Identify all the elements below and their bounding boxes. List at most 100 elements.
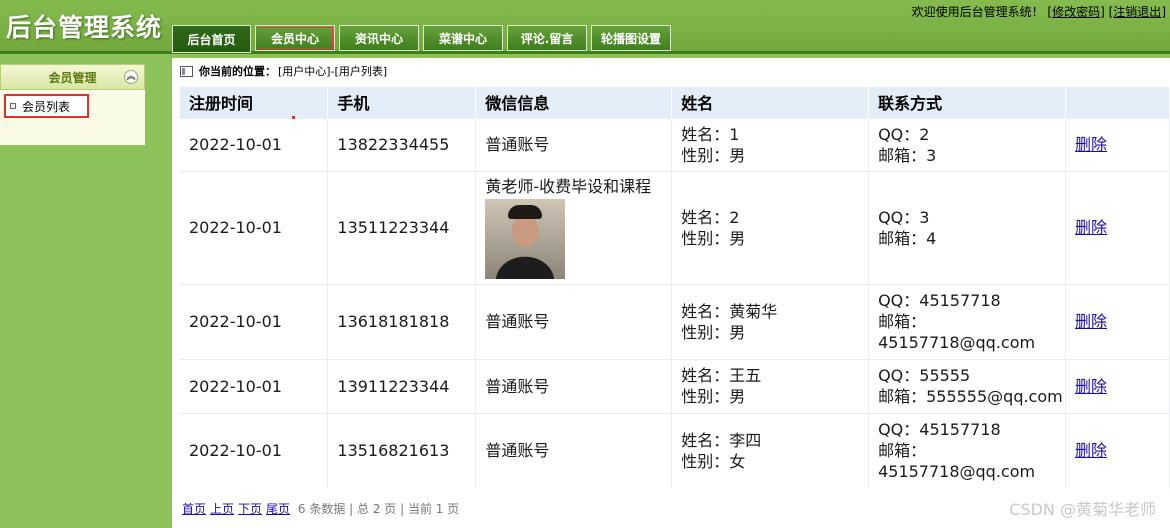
gender-line: 性别：男 bbox=[681, 322, 746, 342]
col-header-contact: 联系方式 bbox=[868, 87, 1067, 118]
name-line: 姓名：1 bbox=[681, 124, 740, 144]
gender-line: 性别：男 bbox=[681, 387, 746, 406]
top-nav: 后台首页 会员中心 资讯中心 菜谱中心 评论.留言 轮播图设置 bbox=[172, 25, 675, 53]
qq-line: QQ：2 bbox=[878, 124, 930, 144]
table-header-row: 注册时间 手机 微信信息 姓名 联系方式 bbox=[180, 87, 1170, 118]
nav-carousel-settings[interactable]: 轮播图设置 bbox=[591, 25, 671, 51]
nav-member-center[interactable]: 会员中心 bbox=[255, 25, 335, 51]
col-header-action bbox=[1065, 87, 1170, 118]
email-line: 邮箱：555555@qq.com bbox=[878, 387, 1063, 406]
qq-line: QQ：55555 bbox=[878, 366, 971, 385]
name-line: 姓名：王五 bbox=[681, 366, 762, 385]
sidebar: 会员管理 ︽ 会员列表 bbox=[0, 64, 145, 145]
email-line: 邮箱： bbox=[878, 441, 927, 461]
window-icon bbox=[180, 65, 193, 77]
qq-line: QQ：45157718 bbox=[878, 420, 1001, 440]
cell-date: 2022-10-01 bbox=[180, 358, 329, 413]
cell-contact: QQ：45157718 邮箱： 45157718@qq.com bbox=[868, 412, 1067, 488]
gender-line: 性别：女 bbox=[681, 451, 746, 471]
cell-action: 删除 bbox=[1065, 358, 1170, 413]
gender-line: 性别：男 bbox=[681, 228, 746, 248]
delete-link[interactable]: 删除 bbox=[1075, 135, 1107, 154]
nav-home[interactable]: 后台首页 bbox=[172, 25, 251, 53]
nav-recipe-center[interactable]: 菜谱中心 bbox=[423, 25, 503, 51]
email-line-continued: 45157718@qq.com bbox=[878, 333, 1036, 352]
sidebar-item-member-list[interactable]: 会员列表 bbox=[4, 94, 89, 118]
nav-news-center[interactable]: 资讯中心 bbox=[339, 25, 419, 51]
cell-wechat: 普通账号 bbox=[475, 412, 673, 488]
delete-link[interactable]: 删除 bbox=[1075, 441, 1107, 460]
member-table: 注册时间 手机 微信信息 姓名 联系方式 2022-10-01 13822334… bbox=[180, 87, 1170, 488]
cell-phone: 13511223344 bbox=[327, 170, 477, 284]
qq-line: QQ：3 bbox=[878, 207, 930, 227]
table-row: 2022-10-01 13516821613 普通账号 姓名：李四 性别：女 QQ… bbox=[180, 412, 1170, 488]
cell-phone: 13516821613 bbox=[327, 412, 477, 488]
logout-link[interactable]: 注销退出 bbox=[1113, 5, 1161, 19]
name-line: 姓名：2 bbox=[681, 207, 740, 227]
col-header-phone: 手机 bbox=[327, 87, 477, 118]
cell-date: 2022-10-01 bbox=[180, 117, 329, 171]
breadcrumb-path: [用户中心]-[用户列表] bbox=[278, 65, 388, 78]
nav-comments[interactable]: 评论.留言 bbox=[507, 25, 587, 51]
breadcrumb: 你当前的位置： [用户中心]-[用户列表] bbox=[180, 63, 387, 79]
table-row: 2022-10-01 13822334455 普通账号 姓名：1 性别：男 QQ：… bbox=[180, 117, 1170, 171]
wechat-nickname: 黄老师-收费毕设和课程 bbox=[485, 177, 652, 196]
pagination: 首页 上页 下页 尾页 6 条数据 | 总 2 页 | 当前 1 页 bbox=[182, 500, 459, 517]
sidebar-item-label: 会员列表 bbox=[22, 99, 71, 114]
email-line: 邮箱：4 bbox=[878, 228, 937, 248]
email-line: 邮箱： bbox=[878, 312, 927, 331]
cell-name: 姓名：2 性别：男 bbox=[671, 170, 870, 284]
col-header-name: 姓名 bbox=[671, 87, 870, 118]
cell-wechat: 普通账号 bbox=[475, 358, 673, 413]
cell-action: 删除 bbox=[1065, 283, 1170, 359]
cell-name: 姓名：1 性别：男 bbox=[671, 117, 870, 171]
cell-contact: QQ：55555 邮箱：555555@qq.com bbox=[868, 358, 1067, 413]
change-password-link[interactable]: 修改密码 bbox=[1052, 5, 1100, 19]
pager-next-link[interactable]: 下页 bbox=[238, 502, 262, 516]
pager-first-link[interactable]: 首页 bbox=[182, 502, 206, 516]
cell-name: 姓名：李四 性别：女 bbox=[671, 412, 870, 488]
watermark: CSDN @黄菊华老师 bbox=[1009, 500, 1156, 519]
bullet-icon bbox=[10, 103, 16, 109]
cell-name: 姓名：王五性别：男 bbox=[671, 358, 870, 413]
name-line: 姓名：李四 bbox=[681, 430, 762, 450]
cell-date: 2022-10-01 bbox=[180, 283, 329, 359]
cell-phone: 13911223344 bbox=[327, 358, 477, 413]
main-content: 你当前的位置： [用户中心]-[用户列表] 注册时间 手机 微信信息 姓名 联系… bbox=[172, 58, 1170, 528]
cell-wechat: 普通账号 bbox=[475, 283, 673, 359]
cell-contact: QQ：45157718 邮箱： 45157718@qq.com bbox=[868, 283, 1067, 359]
cell-action: 删除 bbox=[1065, 170, 1170, 284]
cell-date: 2022-10-01 bbox=[180, 170, 329, 284]
col-header-wechat: 微信信息 bbox=[475, 87, 673, 118]
cell-action: 删除 bbox=[1065, 117, 1170, 171]
table-row: 2022-10-01 13911223344 普通账号 姓名：王五性别：男 QQ… bbox=[180, 358, 1170, 413]
cell-date: 2022-10-01 bbox=[180, 412, 329, 488]
cell-name: 姓名：黄菊华 性别：男 bbox=[671, 283, 870, 359]
delete-link[interactable]: 删除 bbox=[1075, 312, 1107, 331]
cell-action: 删除 bbox=[1065, 412, 1170, 488]
header: 后台管理系统 欢迎使用后台管理系统！ [修改密码] [注销退出] 后台首页 会员… bbox=[0, 0, 1170, 54]
cell-contact: QQ：3 邮箱：4 bbox=[868, 170, 1067, 284]
email-line: 邮箱：3 bbox=[878, 145, 937, 165]
welcome-text: 欢迎使用后台管理系统！ bbox=[911, 5, 1044, 19]
cell-wechat: 普通账号 bbox=[475, 117, 673, 171]
cell-phone: 13618181818 bbox=[327, 283, 477, 359]
top-links: 欢迎使用后台管理系统！ [修改密码] [注销退出] bbox=[911, 5, 1166, 19]
red-marker bbox=[292, 116, 295, 119]
pager-summary: 6 条数据 | 总 2 页 | 当前 1 页 bbox=[297, 502, 460, 516]
cell-phone: 13822334455 bbox=[327, 117, 477, 171]
delete-link[interactable]: 删除 bbox=[1075, 218, 1107, 237]
delete-link[interactable]: 删除 bbox=[1075, 377, 1107, 396]
collapse-icon[interactable]: ︽ bbox=[124, 70, 138, 84]
sidebar-body: 会员列表 bbox=[0, 90, 145, 145]
qq-line: QQ：45157718 bbox=[878, 291, 1001, 310]
pager-last-link[interactable]: 尾页 bbox=[266, 502, 290, 516]
table-row: 2022-10-01 13618181818 普通账号 姓名：黄菊华 性别：男 Q… bbox=[180, 283, 1170, 359]
site-title: 后台管理系统 bbox=[6, 13, 163, 42]
sidebar-section-header[interactable]: 会员管理 ︽ bbox=[0, 64, 145, 90]
breadcrumb-label: 你当前的位置： bbox=[199, 65, 276, 78]
col-header-register-time: 注册时间 bbox=[180, 87, 329, 118]
pager-prev-link[interactable]: 上页 bbox=[210, 502, 234, 516]
sidebar-section-title: 会员管理 bbox=[48, 70, 97, 85]
name-line: 姓名：黄菊华 bbox=[681, 301, 778, 321]
